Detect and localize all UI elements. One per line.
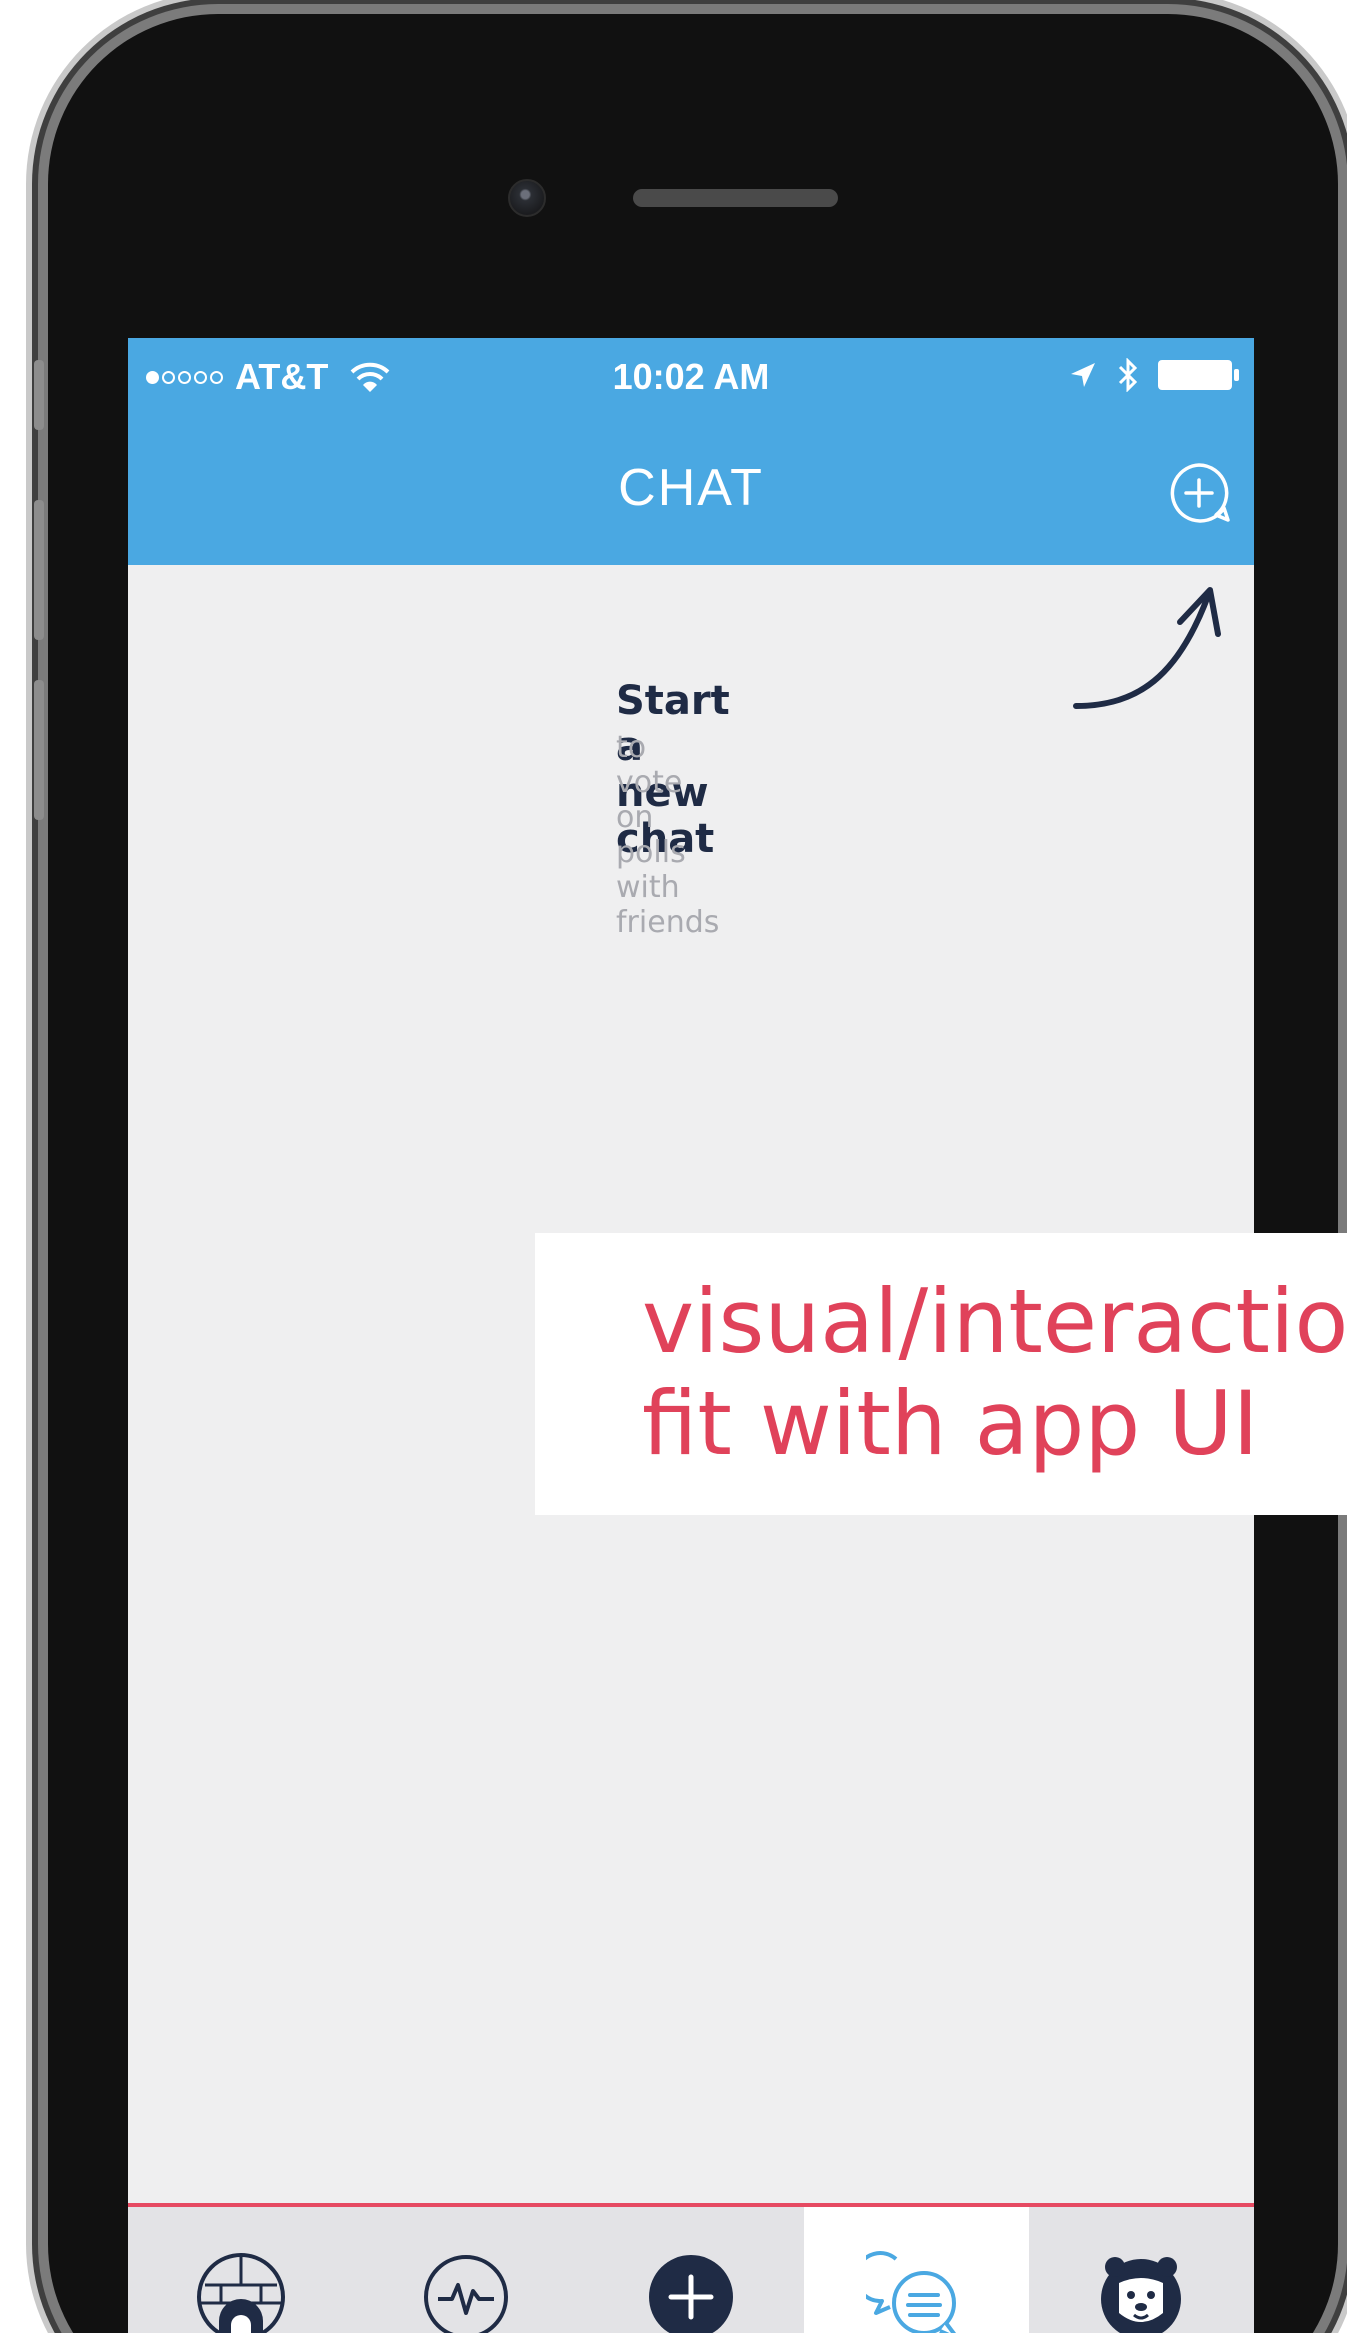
earpiece-speaker (633, 189, 838, 207)
igloo-icon (196, 2253, 285, 2333)
battery-icon (1158, 360, 1239, 390)
activity-icon (423, 2255, 508, 2333)
status-bar: AT&T 10:02 AM (128, 338, 1254, 420)
volume-down-button (34, 680, 44, 820)
empty-state-subtitle: to vote on polls with friends (616, 730, 720, 940)
location-arrow-icon (1071, 363, 1095, 387)
tab-activity[interactable] (353, 2207, 578, 2333)
add-icon (649, 2255, 733, 2333)
mute-switch (34, 360, 44, 430)
bluetooth-icon (1118, 358, 1138, 392)
front-camera (508, 179, 546, 217)
tab-add-poll[interactable] (578, 2207, 803, 2333)
tab-profile[interactable] (1029, 2207, 1254, 2333)
page-title: CHAT (618, 459, 764, 517)
annotation-line-2: fit with app UI (642, 1372, 1259, 1475)
volume-up-button (34, 500, 44, 640)
annotation-card: visual/interaction fit with app UI (535, 1233, 1347, 1515)
status-right (1068, 358, 1239, 392)
nav-bar: CHAT (128, 420, 1254, 565)
chat-icon (866, 2251, 957, 2333)
tab-home[interactable] (128, 2207, 353, 2333)
tab-bar (128, 2203, 1254, 2333)
annotation-text: visual/interaction fit with app UI (642, 1271, 1347, 1475)
tab-chat[interactable] (803, 2207, 1029, 2333)
curved-arrow-icon (1073, 587, 1221, 709)
bear-icon (1101, 2257, 1182, 2333)
add-chat-icon[interactable] (1166, 460, 1232, 526)
annotation-line-1: visual/interaction (642, 1270, 1347, 1373)
